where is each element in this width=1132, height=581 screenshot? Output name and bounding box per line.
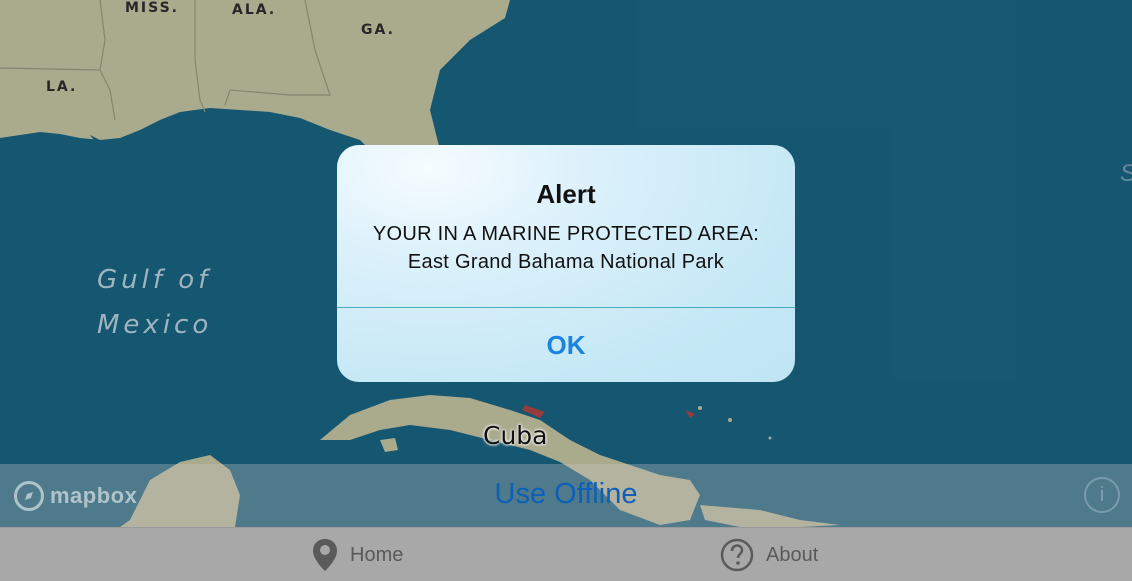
alert-ok-button[interactable]: OK (337, 308, 795, 382)
alert-message-line1: YOUR IN A MARINE PROTECTED AREA: (372, 223, 760, 245)
tab-home-label: Home (350, 543, 404, 566)
map-pin-icon (313, 539, 337, 571)
use-offline-button[interactable]: Use Offline (0, 478, 1132, 511)
alert-message: YOUR IN A MARINE PROTECTED AREA: East Gr… (357, 220, 775, 276)
tab-home[interactable]: Home (312, 538, 403, 572)
tab-about-label: About (766, 543, 819, 566)
tab-bar: Home About (0, 527, 1132, 581)
question-circle-icon (720, 538, 754, 572)
alert-message-line2: East Grand Bahama National Park (407, 251, 725, 273)
tab-about[interactable]: About (720, 538, 818, 572)
offline-bar: mapbox Use Offline i (0, 464, 1132, 527)
alert-title: Alert (536, 179, 596, 209)
alert-dialog: Alert YOUR IN A MARINE PROTECTED AREA: E… (337, 145, 795, 382)
info-icon[interactable]: i (1084, 477, 1120, 513)
